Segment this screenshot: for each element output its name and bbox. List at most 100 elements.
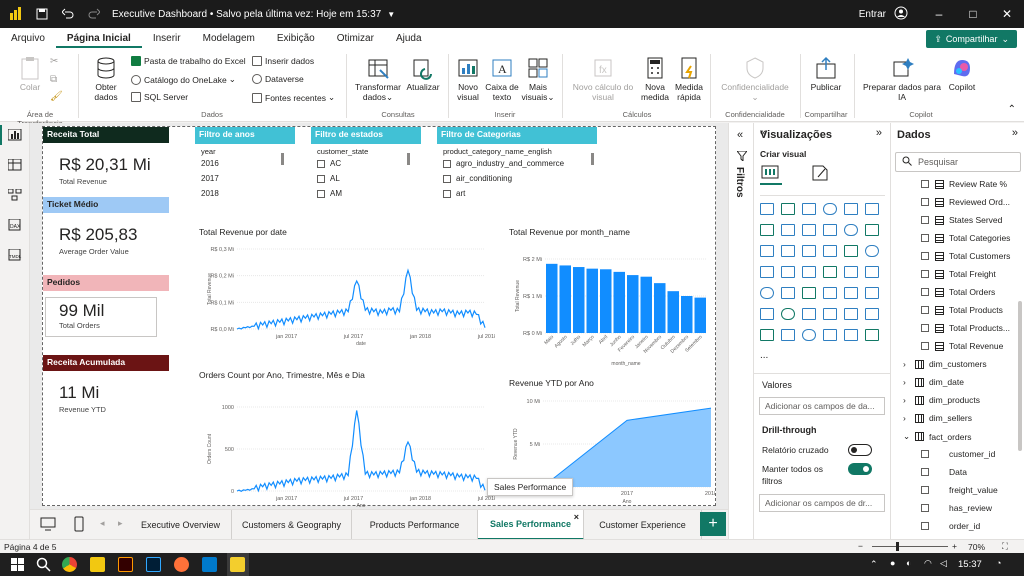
visual-type-icon[interactable] (844, 308, 858, 320)
firefox-icon[interactable] (174, 557, 189, 572)
checkbox[interactable] (921, 306, 929, 314)
close-tab-icon[interactable]: × (574, 512, 579, 522)
visual-type-icon[interactable] (760, 245, 774, 257)
undo-icon[interactable] (58, 4, 78, 24)
file-explorer-icon[interactable] (90, 557, 105, 572)
table-item[interactable]: › dim_products (903, 395, 980, 405)
visual-type-icon[interactable] (844, 329, 858, 341)
new-measure-button[interactable]: Nova medida (638, 56, 672, 102)
visual-type-icon[interactable] (844, 224, 858, 236)
visual-type-icon[interactable] (802, 245, 816, 257)
visual-type-icon[interactable] (760, 224, 774, 236)
values-well[interactable]: Adicionar os campos de da... (759, 397, 885, 415)
checkbox[interactable] (921, 342, 929, 350)
zoom-out-icon[interactable]: − (858, 541, 863, 551)
table-item[interactable]: › dim_date (903, 377, 964, 387)
slicer-header[interactable]: Filtro de anos (195, 127, 295, 144)
slicer-scrollbar[interactable] (407, 153, 410, 165)
collapse-ribbon-icon[interactable]: ⌃ (1008, 104, 1016, 115)
visual-type-icon[interactable] (865, 308, 879, 320)
format-visual-tab-icon[interactable] (810, 163, 830, 185)
visual-type-icon[interactable] (760, 203, 774, 215)
slicer-scrollbar[interactable] (591, 153, 594, 165)
bar[interactable] (681, 296, 693, 333)
line-chart-orders-count[interactable]: 0 500 1000 Orders Count Ano jan 2017 jul 2017 j… (195, 383, 495, 507)
new-visual-button[interactable]: Novo visual (452, 56, 484, 102)
sql-server-button[interactable]: SQL Server (131, 92, 188, 102)
visual-type-icon[interactable] (760, 308, 774, 320)
visual-type-icon[interactable] (760, 266, 774, 278)
field-item[interactable]: Data (921, 467, 967, 477)
visual-type-icon[interactable] (865, 266, 879, 278)
notifications-icon[interactable]: ◔ (996, 558, 1001, 568)
zoom-slider[interactable] (872, 546, 948, 547)
expand-filters-icon[interactable]: « (737, 129, 743, 141)
visual-type-icon[interactable] (802, 308, 816, 320)
photoshop-icon[interactable] (146, 557, 161, 572)
save-icon[interactable] (32, 4, 52, 24)
menu-item[interactable]: Exibição (266, 33, 326, 48)
field-item[interactable]: States Served (921, 215, 1002, 225)
slicer-item[interactable]: 2017 (201, 174, 219, 183)
visual-type-icon[interactable] (865, 224, 879, 236)
menu-item[interactable]: Ajuda (385, 33, 433, 48)
slicer-item[interactable]: AL (317, 174, 340, 183)
signin-link[interactable]: Entrar (859, 9, 886, 20)
checkbox[interactable] (443, 159, 451, 168)
visual-type-icon[interactable] (802, 329, 816, 341)
slicer-item[interactable]: AC (317, 159, 341, 168)
copy-icon[interactable]: ⧉ (50, 74, 57, 85)
field-item[interactable]: Review Rate % (921, 179, 1007, 189)
slicer-header[interactable]: Filtro de estados (311, 127, 421, 144)
checkbox[interactable] (921, 252, 929, 260)
checkbox[interactable] (921, 180, 929, 188)
visual-type-icon[interactable] (823, 203, 837, 215)
report-view-icon[interactable] (8, 129, 22, 141)
visual-type-icon[interactable] (802, 224, 816, 236)
checkbox[interactable] (921, 468, 929, 476)
visual-type-icon[interactable] (802, 203, 816, 215)
excel-workbook-button[interactable]: Pasta de trabalho do Excel (131, 56, 246, 66)
checkbox[interactable] (921, 450, 929, 458)
field-item[interactable]: Total Products... (921, 323, 1010, 333)
cut-icon[interactable]: ✂ (50, 56, 58, 67)
slicer-item[interactable]: air_conditioning (443, 174, 512, 183)
bar[interactable] (586, 268, 599, 333)
field-item[interactable]: Total Customers (921, 251, 1010, 261)
zoom-in-icon[interactable]: + (952, 541, 957, 551)
get-data-button[interactable]: Obter dados (88, 56, 124, 102)
checkbox[interactable] (921, 198, 929, 206)
paste-button[interactable]: Colar (18, 56, 42, 92)
slicer-header[interactable]: Filtro de Categorias (437, 127, 597, 144)
copilot-prep-button[interactable]: Preparar dados para IA (858, 56, 946, 102)
page-tab[interactable]: Sales Performance × (478, 510, 584, 540)
redo-icon[interactable] (84, 4, 104, 24)
bar-chart-revenue-by-month[interactable]: R$ 0 Mi R$ 1 Mi R$ 2 Mi Total Revenue month_… (505, 239, 715, 369)
copilot-button[interactable]: Copilot (944, 56, 980, 92)
search-box[interactable]: Pesquisar (895, 152, 1021, 172)
bar[interactable] (667, 291, 680, 333)
visual-type-icon[interactable] (802, 266, 816, 278)
scrollbar[interactable] (1018, 301, 1022, 451)
visual-type-icon[interactable] (760, 329, 774, 341)
keep-filters-toggle[interactable] (848, 463, 872, 475)
title-chevron-down-icon[interactable]: ▼ (387, 10, 395, 19)
build-visual-tab-icon[interactable] (760, 163, 782, 185)
page-tab[interactable]: Customer Experience (584, 510, 702, 540)
checkbox[interactable] (921, 288, 929, 296)
visual-type-icon[interactable] (760, 287, 774, 299)
format-painter-icon[interactable]: 🖌 (50, 91, 63, 102)
checkbox[interactable] (921, 216, 929, 224)
visual-type-icon[interactable] (865, 329, 879, 341)
menu-item[interactable]: Página Inicial (55, 33, 142, 48)
slicer-item[interactable]: AM (317, 189, 342, 198)
checkbox[interactable] (443, 174, 451, 183)
visual-type-icon[interactable] (823, 245, 837, 257)
tmdl-view-icon[interactable]: TMDL (8, 249, 22, 261)
visual-type-icon[interactable] (802, 287, 816, 299)
close-button[interactable]: ✕ (990, 7, 1024, 21)
bar[interactable] (559, 265, 572, 333)
dax-query-icon[interactable]: DAX (8, 219, 22, 231)
menu-item[interactable]: Otimizar (326, 33, 385, 48)
bar[interactable] (640, 276, 653, 333)
